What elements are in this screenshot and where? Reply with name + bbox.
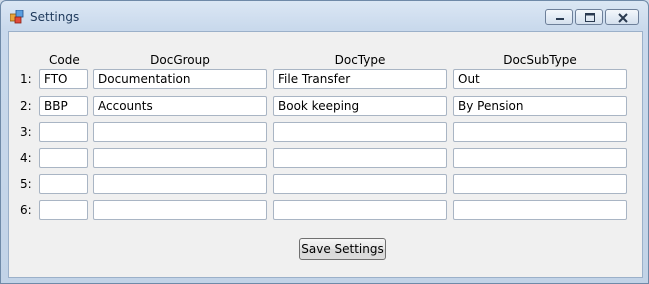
row-label: 1: [20, 72, 32, 86]
code-field[interactable] [39, 148, 88, 168]
doctype-field[interactable] [273, 174, 447, 194]
code-field[interactable]: FTO [39, 69, 88, 89]
doctype-field[interactable] [273, 200, 447, 220]
row-label: 4: [20, 151, 32, 165]
docgroup-field[interactable]: Documentation [93, 69, 267, 89]
code-field[interactable]: BBP [39, 96, 88, 116]
column-header-doctype: DocType [334, 53, 386, 67]
column-header-code: Code [49, 53, 80, 67]
doctype-field[interactable] [273, 122, 447, 142]
docsubtype-field[interactable]: By Pension [453, 96, 627, 116]
column-header-docsubtype: DocSubType [503, 53, 577, 67]
docsubtype-field[interactable]: Out [453, 69, 627, 89]
app-icon [9, 9, 24, 24]
code-field[interactable] [39, 122, 88, 142]
doctype-field[interactable]: Book keeping [273, 96, 447, 116]
docsubtype-field[interactable] [453, 174, 627, 194]
docsubtype-field[interactable] [453, 148, 627, 168]
docsubtype-field[interactable] [453, 200, 627, 220]
settings-window: Settings Code DocGroup DocType DocSubTyp… [0, 0, 649, 284]
close-icon [618, 13, 628, 23]
docgroup-field[interactable] [93, 122, 267, 142]
docgroup-field[interactable]: Accounts [93, 96, 267, 116]
row-label: 6: [20, 203, 32, 217]
title-bar[interactable]: Settings [1, 1, 648, 31]
docgroup-field[interactable] [93, 174, 267, 194]
row-label: 3: [20, 125, 32, 139]
docsubtype-field[interactable] [453, 122, 627, 142]
code-field[interactable] [39, 200, 88, 220]
minimize-button[interactable] [545, 9, 573, 25]
docgroup-field[interactable] [93, 148, 267, 168]
minimize-icon [556, 18, 564, 20]
maximize-button[interactable] [575, 9, 603, 25]
maximize-icon [585, 13, 595, 22]
row-label: 2: [20, 99, 32, 113]
doctype-field[interactable] [273, 148, 447, 168]
row-label: 5: [20, 177, 32, 191]
docgroup-field[interactable] [93, 200, 267, 220]
close-button[interactable] [605, 9, 639, 25]
code-field[interactable] [39, 174, 88, 194]
doctype-field[interactable]: File Transfer [273, 69, 447, 89]
column-header-docgroup: DocGroup [150, 53, 210, 67]
window-title: Settings [30, 10, 80, 24]
settings-form: Code DocGroup DocType DocSubType 1: FTO … [8, 31, 643, 278]
save-settings-button[interactable]: Save Settings [299, 238, 386, 260]
